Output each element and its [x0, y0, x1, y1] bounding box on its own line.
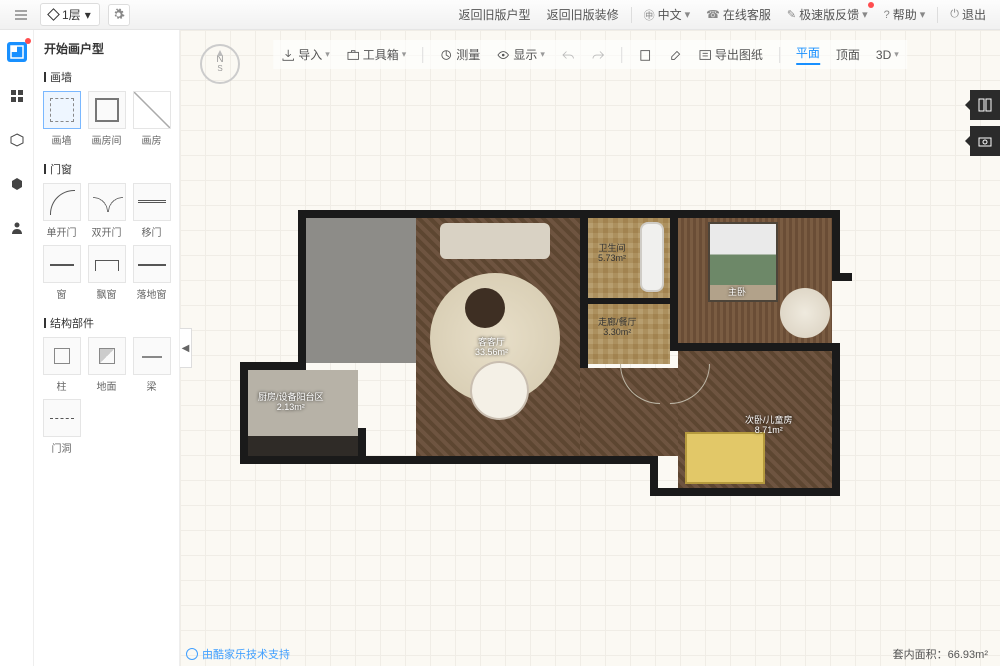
chevron-down-icon: ▾	[85, 8, 91, 22]
measure-button[interactable]: 测量	[439, 46, 480, 63]
camera-button[interactable]	[970, 126, 1000, 156]
canvas-area[interactable]: ◀ N S 导入▾ 工具箱▾ 测量 显示▾ 导出图纸 平面 顶面 3D▾	[180, 30, 1000, 666]
tool-window[interactable]: 窗	[40, 243, 83, 303]
import-button[interactable]: 导入▾	[281, 46, 330, 63]
bathtub	[640, 222, 664, 292]
sofa	[440, 223, 550, 259]
help-link[interactable]: ?帮助▾	[880, 4, 930, 25]
coffee-table	[465, 288, 505, 328]
tool-floor[interactable]: 地面	[85, 335, 128, 395]
component-sidebar: 开始画户型 画墙 画墙 画房间 画房 门窗 单开门 双开门 移门 窗 飘窗 落地…	[34, 30, 180, 666]
help-icon: ?	[884, 9, 890, 21]
rail-grid[interactable]	[7, 86, 27, 106]
tool-column[interactable]: 柱	[40, 335, 83, 395]
power-icon: ⏻	[950, 8, 959, 21]
logo-icon	[186, 648, 198, 660]
room-storage[interactable]	[306, 218, 416, 363]
left-rail	[0, 30, 34, 666]
display-button[interactable]: 显示▾	[496, 46, 545, 63]
rail-layout[interactable]	[7, 42, 27, 62]
master-bed	[708, 222, 778, 302]
split-view-button[interactable]	[970, 90, 1000, 120]
toolbox-button[interactable]: 工具箱▾	[346, 46, 407, 63]
kitchen-counter	[248, 436, 358, 456]
language-select[interactable]: ㊥中文▾	[640, 4, 695, 25]
rail-hex[interactable]	[7, 174, 27, 194]
note-icon: ✎	[787, 8, 796, 21]
tab-3d[interactable]: 3D▾	[876, 48, 899, 62]
tool-opening[interactable]: 门洞	[40, 397, 83, 457]
rail-cube[interactable]	[7, 130, 27, 150]
notification-dot	[868, 2, 874, 8]
clipboard-button[interactable]	[638, 48, 652, 62]
floorplan[interactable]: 客客厅33.56m² 厨房/设备阳台区2.13m² 卫生间5.73m² 走廊/餐…	[240, 178, 840, 493]
tool-draw-room2[interactable]: 画房	[130, 89, 173, 149]
floor-select[interactable]: 1层 ▾	[40, 3, 100, 26]
tool-draw-room[interactable]: 画房间	[85, 89, 128, 149]
tool-beam[interactable]: 梁	[130, 335, 173, 395]
feedback-link[interactable]: ✎极速版反馈▾	[783, 4, 872, 25]
room-hall[interactable]	[588, 304, 670, 364]
tab-plan[interactable]: 平面	[796, 44, 820, 65]
second-bed	[685, 432, 765, 484]
canvas-toolbar: 导入▾ 工具箱▾ 测量 显示▾ 导出图纸 平面 顶面 3D▾	[273, 40, 907, 69]
rail-person[interactable]	[7, 218, 27, 238]
globe-icon: ㊥	[644, 7, 655, 23]
tool-bay-window[interactable]: 飘窗	[85, 243, 128, 303]
redo-button[interactable]	[591, 48, 605, 62]
exit-button[interactable]: ⏻退出	[946, 4, 990, 25]
undo-button[interactable]	[561, 48, 575, 62]
floor-settings-button[interactable]	[108, 4, 130, 26]
footer-credit[interactable]: 由酷家乐技术支持	[186, 646, 290, 662]
old-layout-link[interactable]: 返回旧版户型	[455, 4, 535, 25]
section-walls-label: 画墙	[34, 63, 179, 89]
menu-button[interactable]	[10, 6, 32, 24]
eraser-button[interactable]	[668, 48, 682, 62]
tool-floor-window[interactable]: 落地窗	[130, 243, 173, 303]
sidebar-collapse-button[interactable]: ◀	[180, 328, 192, 368]
floor-icon	[47, 8, 60, 21]
old-decor-link[interactable]: 返回旧版装修	[543, 4, 623, 25]
footer-area: 套内面积：66.93m²	[893, 646, 988, 662]
export-button[interactable]: 导出图纸	[698, 46, 763, 63]
sidebar-title: 开始画户型	[34, 30, 179, 63]
headset-icon: ☎	[706, 8, 720, 21]
online-service-link[interactable]: ☎在线客服	[702, 4, 775, 25]
tool-double-door[interactable]: 双开门	[85, 181, 128, 241]
tool-draw-wall[interactable]: 画墙	[40, 89, 83, 149]
topbar: 1层 ▾ 返回旧版户型 返回旧版装修 ㊥中文▾ ☎在线客服 ✎极速版反馈▾ ?帮…	[0, 0, 1000, 30]
tool-sliding-door[interactable]: 移门	[130, 181, 173, 241]
floor-label: 1层	[62, 6, 81, 23]
dining-table	[472, 363, 527, 418]
right-float-tools	[970, 90, 1000, 156]
section-struct-label: 结构部件	[34, 309, 179, 335]
notification-dot	[25, 38, 31, 44]
section-doorwin-label: 门窗	[34, 155, 179, 181]
tab-ceiling[interactable]: 顶面	[836, 46, 860, 63]
compass[interactable]: N S	[200, 44, 240, 84]
master-rug	[780, 288, 830, 338]
tool-single-door[interactable]: 单开门	[40, 181, 83, 241]
